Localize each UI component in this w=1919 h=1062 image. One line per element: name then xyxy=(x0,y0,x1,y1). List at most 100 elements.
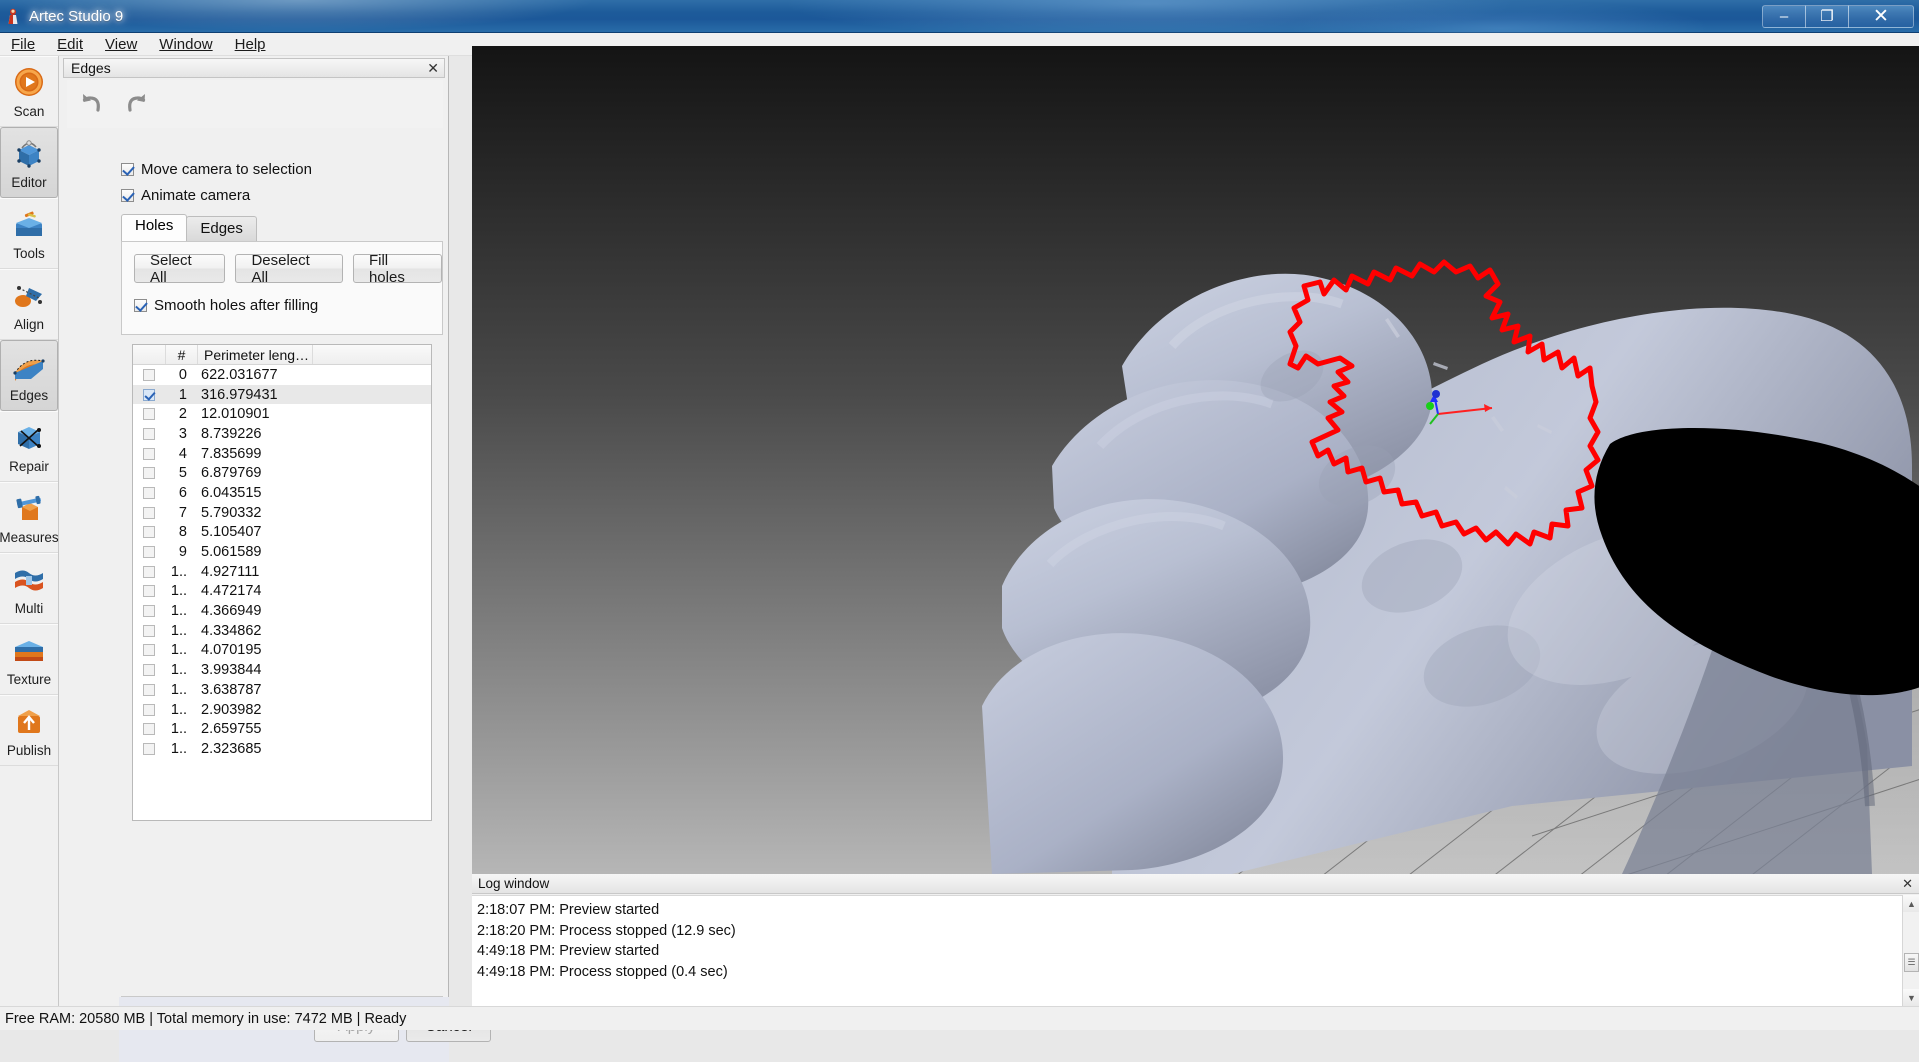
table-row[interactable]: 1..3.638787 xyxy=(133,680,431,700)
row-checkbox[interactable] xyxy=(143,546,155,558)
table-row[interactable]: 1..2.323685 xyxy=(133,739,431,759)
row-checkbox-cell[interactable] xyxy=(133,369,165,381)
sidebar-item-multi[interactable]: Multi xyxy=(0,553,58,624)
row-checkbox-cell[interactable] xyxy=(133,389,165,401)
row-checkbox-cell[interactable] xyxy=(133,664,165,676)
row-checkbox-cell[interactable] xyxy=(133,467,165,479)
row-checkbox[interactable] xyxy=(143,507,155,519)
table-row[interactable]: 85.105407 xyxy=(133,523,431,543)
row-checkbox-cell[interactable] xyxy=(133,408,165,420)
smooth-holes-checkbox-row[interactable]: Smooth holes after filling xyxy=(134,292,442,318)
row-checkbox-cell[interactable] xyxy=(133,546,165,558)
table-row[interactable]: 1..4.472174 xyxy=(133,582,431,602)
log-close-icon[interactable]: ✕ xyxy=(1902,876,1913,892)
row-checkbox-cell[interactable] xyxy=(133,507,165,519)
tab-edges[interactable]: Edges xyxy=(186,216,257,241)
menu-file[interactable]: File xyxy=(0,34,46,55)
sidebar-item-edges[interactable]: Edges xyxy=(0,340,58,411)
menu-edit[interactable]: Edit xyxy=(46,34,94,55)
row-checkbox[interactable] xyxy=(143,369,155,381)
row-checkbox-cell[interactable] xyxy=(133,526,165,538)
3d-viewport[interactable] xyxy=(472,46,1919,874)
row-checkbox[interactable] xyxy=(143,526,155,538)
row-checkbox[interactable] xyxy=(143,585,155,597)
sidebar-item-tools[interactable]: Tools xyxy=(0,198,58,269)
table-row[interactable]: 95.061589 xyxy=(133,542,431,562)
deselect-all-button[interactable]: Deselect All xyxy=(235,254,343,283)
menu-window[interactable]: Window xyxy=(148,34,223,55)
table-row[interactable]: 1316.979431 xyxy=(133,385,431,405)
log-scrollbar[interactable]: ▲ ☰ ▼ xyxy=(1902,895,1919,1006)
row-checkbox[interactable] xyxy=(143,704,155,716)
table-row[interactable]: 1..4.070195 xyxy=(133,641,431,661)
row-checkbox-cell[interactable] xyxy=(133,448,165,460)
row-checkbox[interactable] xyxy=(143,428,155,440)
table-row[interactable]: 1..4.927111 xyxy=(133,562,431,582)
row-checkbox[interactable] xyxy=(143,408,155,420)
scroll-down-icon[interactable]: ▼ xyxy=(1903,989,1919,1006)
close-icon[interactable]: ✕ xyxy=(427,62,439,74)
row-checkbox[interactable] xyxy=(143,605,155,617)
table-row[interactable]: 0622.031677 xyxy=(133,365,431,385)
sidebar-item-repair[interactable]: Repair xyxy=(0,411,58,482)
fill-holes-button[interactable]: Fill holes xyxy=(353,254,442,283)
minimize-button[interactable]: – xyxy=(1762,5,1806,28)
animate-camera-checkbox[interactable] xyxy=(121,189,134,202)
row-checkbox[interactable] xyxy=(143,644,155,656)
row-checkbox-cell[interactable] xyxy=(133,644,165,656)
row-checkbox[interactable] xyxy=(143,389,155,401)
row-checkbox-cell[interactable] xyxy=(133,625,165,637)
row-checkbox[interactable] xyxy=(143,743,155,755)
table-header-perimeter[interactable]: Perimeter leng… xyxy=(197,345,312,364)
table-row[interactable]: 75.790332 xyxy=(133,503,431,523)
redo-arrow-icon[interactable] xyxy=(121,89,151,119)
sidebar-item-texture[interactable]: Texture xyxy=(0,624,58,695)
row-checkbox-cell[interactable] xyxy=(133,487,165,499)
holes-table[interactable]: # Perimeter leng… 0622.0316771316.979431… xyxy=(132,344,432,821)
select-all-button[interactable]: Select All xyxy=(134,254,225,283)
sidebar-item-publish[interactable]: Publish xyxy=(0,695,58,766)
close-button[interactable]: ✕ xyxy=(1848,5,1914,28)
move-camera-checkbox-row[interactable]: Move camera to selection xyxy=(121,156,451,182)
table-row[interactable]: 1..2.659755 xyxy=(133,719,431,739)
row-checkbox-cell[interactable] xyxy=(133,566,165,578)
scrollbar-thumb[interactable]: ☰ xyxy=(1904,953,1919,972)
row-checkbox[interactable] xyxy=(143,723,155,735)
animate-camera-checkbox-row[interactable]: Animate camera xyxy=(121,182,451,208)
move-camera-checkbox[interactable] xyxy=(121,163,134,176)
row-checkbox[interactable] xyxy=(143,448,155,460)
row-checkbox-cell[interactable] xyxy=(133,428,165,440)
smooth-holes-checkbox[interactable] xyxy=(134,299,147,312)
table-row[interactable]: 212.010901 xyxy=(133,404,431,424)
row-checkbox[interactable] xyxy=(143,566,155,578)
table-row[interactable]: 1..4.334862 xyxy=(133,621,431,641)
table-row[interactable]: 1..4.366949 xyxy=(133,601,431,621)
row-checkbox-cell[interactable] xyxy=(133,723,165,735)
window-controls[interactable]: – ❐ ✕ xyxy=(1762,5,1914,28)
row-checkbox[interactable] xyxy=(143,487,155,499)
row-checkbox-cell[interactable] xyxy=(133,684,165,696)
sidebar-item-editor[interactable]: Editor xyxy=(0,127,58,198)
sidebar-item-align[interactable]: Align xyxy=(0,269,58,340)
row-checkbox-cell[interactable] xyxy=(133,605,165,617)
row-checkbox[interactable] xyxy=(143,625,155,637)
menu-view[interactable]: View xyxy=(94,34,148,55)
row-checkbox-cell[interactable] xyxy=(133,743,165,755)
sidebar-item-measures[interactable]: Measures xyxy=(0,482,58,553)
row-checkbox-cell[interactable] xyxy=(133,704,165,716)
menu-help[interactable]: Help xyxy=(224,34,277,55)
edges-panel-titlebar[interactable]: Edges ✕ xyxy=(63,58,445,78)
row-checkbox[interactable] xyxy=(143,684,155,696)
table-row[interactable]: 56.879769 xyxy=(133,463,431,483)
table-row[interactable]: 38.739226 xyxy=(133,424,431,444)
table-row[interactable]: 66.043515 xyxy=(133,483,431,503)
log-window-titlebar[interactable]: Log window ✕ xyxy=(472,874,1919,894)
row-checkbox[interactable] xyxy=(143,664,155,676)
sidebar-item-scan[interactable]: Scan xyxy=(0,56,58,127)
table-row[interactable]: 1..3.993844 xyxy=(133,660,431,680)
row-checkbox[interactable] xyxy=(143,467,155,479)
scroll-up-icon[interactable]: ▲ xyxy=(1903,895,1919,912)
maximize-button[interactable]: ❐ xyxy=(1805,5,1849,28)
tab-holes[interactable]: Holes xyxy=(121,214,187,241)
undo-arrow-icon[interactable] xyxy=(77,89,107,119)
